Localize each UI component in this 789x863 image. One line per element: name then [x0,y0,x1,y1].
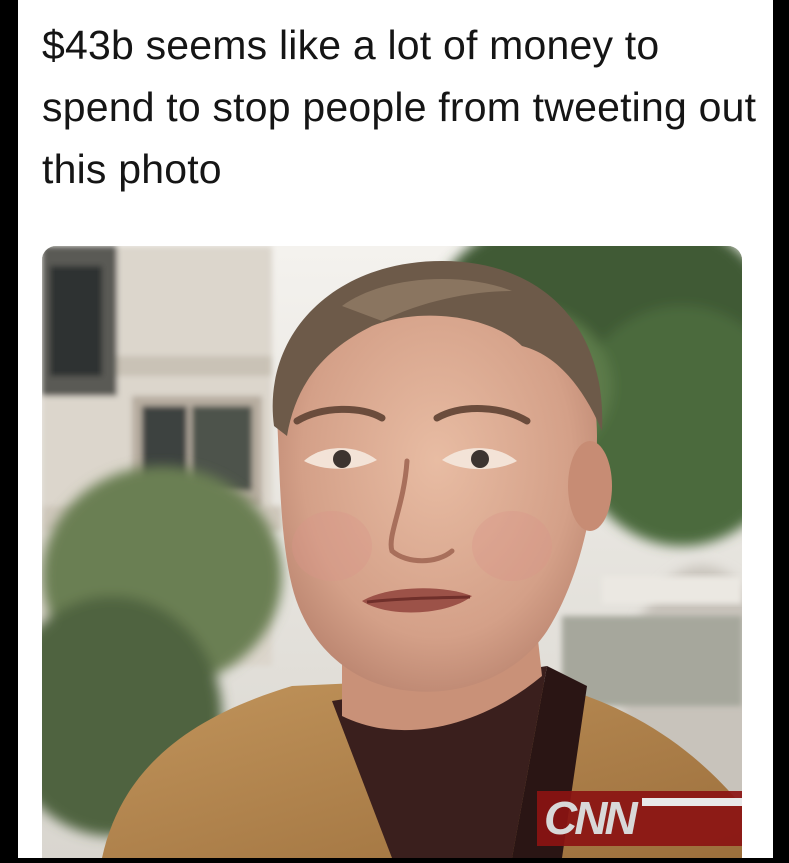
interview-still: CNN [42,246,742,858]
cnn-logo-text: CNN [544,792,638,844]
meme-frame: $43b seems like a lot of money to spend … [0,0,789,863]
network-logo: CNN [537,791,742,846]
meme-photo: CNN [42,246,742,858]
meme-caption: $43b seems like a lot of money to spend … [42,22,757,192]
meme-card: $43b seems like a lot of money to spend … [18,0,773,858]
